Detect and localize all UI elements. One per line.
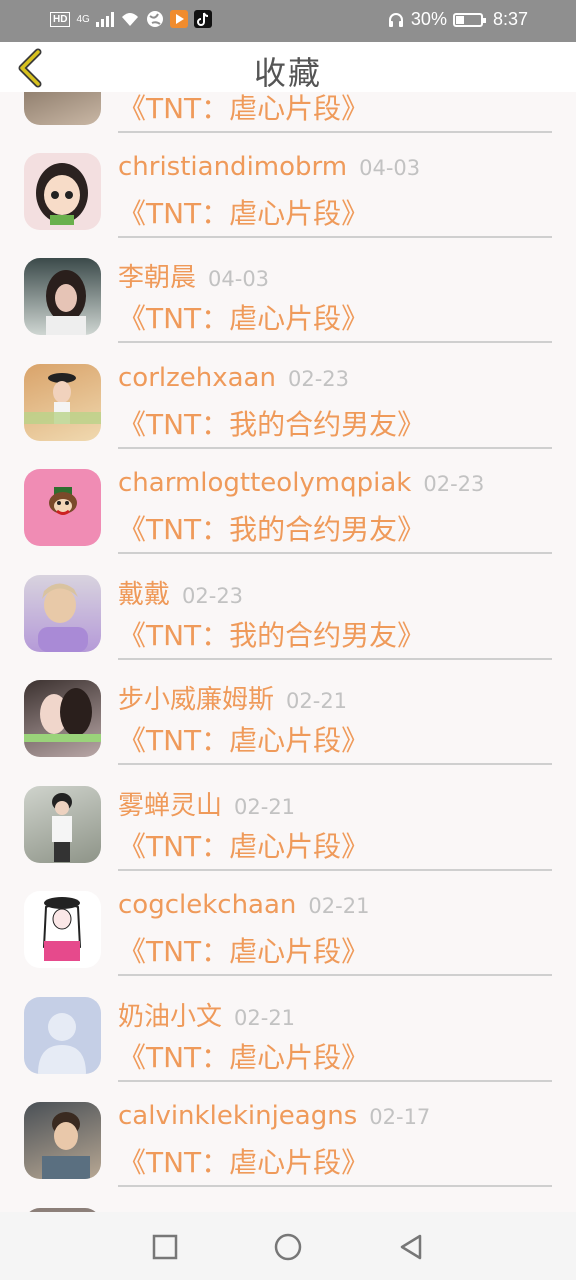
work-title[interactable]: 《TNT：虐心片段》	[118, 297, 369, 337]
list-item[interactable]: 李朝晨 04-03 《TNT：虐心片段》	[0, 235, 576, 343]
avatar[interactable]	[24, 786, 101, 863]
wifi-icon	[121, 13, 138, 26]
name-line: christiandimobrm 04-03	[118, 152, 420, 182]
name-line: 步小威廉姆斯 02-21	[118, 679, 347, 716]
work-title[interactable]: 《TNT：虐心片段》	[118, 719, 369, 759]
battery-percent: 30%	[410, 9, 447, 29]
name-line: charmlogtteolymqpiak 02-23	[118, 468, 484, 498]
headphones-icon	[388, 12, 403, 27]
user-name[interactable]: 雾蝉灵山	[118, 791, 222, 821]
user-name[interactable]: 李朝晨	[118, 263, 196, 293]
list-item[interactable]: 戴戴 02-23 《TNT：我的合约男友》	[0, 552, 576, 660]
work-title[interactable]: 《TNT：虐心片段》	[118, 1141, 369, 1181]
page-header: 收藏	[0, 42, 576, 92]
signal-icon	[95, 11, 114, 27]
work-title[interactable]: 《TNT：虐心片段》	[118, 930, 369, 970]
list-item[interactable]: 《TNT：虐心片段》	[0, 92, 576, 133]
avatar[interactable]	[24, 891, 101, 968]
work-title[interactable]: 《TNT：我的合约男友》	[118, 403, 425, 443]
list-item[interactable]: 奶油小文 02-21 《TNT：虐心片段》	[0, 974, 576, 1082]
avatar[interactable]	[24, 680, 101, 757]
avatar[interactable]	[24, 92, 101, 125]
work-title[interactable]: 《TNT：虐心片段》	[118, 92, 369, 127]
post-date: 02-23	[182, 584, 244, 608]
list-item[interactable]: charmlogtteolymqpiak 02-23 《TNT：我的合约男友》	[0, 446, 576, 554]
user-name[interactable]: 戴戴	[118, 580, 170, 610]
list-item[interactable]: 雾蝉灵山 02-21 《TNT：虐心片段》	[0, 763, 576, 871]
circle-icon[interactable]	[273, 1232, 303, 1262]
avatar[interactable]	[24, 364, 101, 441]
list-item[interactable]: cogclekchaan 02-21 《TNT：虐心片段》	[0, 868, 576, 976]
clock: 8:37	[492, 9, 528, 29]
post-date: 02-21	[286, 689, 348, 713]
avatar[interactable]	[24, 153, 101, 230]
status-bar: HD 4G 30% 8:37	[0, 0, 576, 42]
user-name[interactable]: 奶油小文	[118, 1002, 222, 1032]
list-item[interactable]: christiandimobrm 04-03 《TNT：虐心片段》	[0, 130, 576, 238]
user-name[interactable]: 步小威廉姆斯	[118, 685, 274, 715]
avatar[interactable]	[24, 575, 101, 652]
post-date: 02-21	[308, 894, 370, 918]
square-icon[interactable]	[150, 1232, 180, 1262]
name-line: 雾蝉灵山 02-21	[118, 785, 295, 822]
work-title[interactable]: 《TNT：虐心片段》	[118, 192, 369, 232]
user-name[interactable]: corlzehxaan	[118, 363, 276, 393]
user-name[interactable]: calvinklekinjeagns	[118, 1101, 357, 1131]
post-date: 02-17	[369, 1105, 431, 1129]
post-date: 04-03	[359, 156, 421, 180]
name-line: corlzehxaan 02-23	[118, 363, 349, 393]
system-nav-bar	[0, 1212, 576, 1280]
user-name[interactable]: charmlogtteolymqpiak	[118, 468, 411, 498]
list-item[interactable]	[0, 1185, 576, 1212]
page-title: 收藏	[253, 54, 322, 92]
video-app-icon	[169, 10, 188, 28]
user-name[interactable]: cogclekchaan	[118, 890, 296, 920]
avatar[interactable]	[24, 997, 101, 1074]
post-date: 02-21	[234, 795, 296, 819]
triangle-back-icon[interactable]	[396, 1232, 426, 1262]
globe-icon	[146, 11, 163, 27]
post-date: 02-21	[234, 1006, 296, 1030]
user-name[interactable]: christiandimobrm	[118, 152, 347, 182]
post-date: 02-23	[287, 367, 349, 391]
name-line: cogclekchaan 02-21	[118, 890, 369, 920]
work-title[interactable]: 《TNT：虐心片段》	[118, 825, 369, 865]
status-left: HD 4G	[50, 10, 212, 28]
name-line: 戴戴 02-23	[118, 574, 243, 611]
avatar[interactable]	[24, 258, 101, 335]
network-type: 4G	[76, 13, 90, 25]
list-item[interactable]: corlzehxaan 02-23 《TNT：我的合约男友》	[0, 341, 576, 449]
battery-icon	[452, 12, 486, 27]
work-title[interactable]: 《TNT：虐心片段》	[118, 1036, 369, 1076]
list-item[interactable]: 步小威廉姆斯 02-21 《TNT：虐心片段》	[0, 657, 576, 765]
favorites-list[interactable]: 《TNT：虐心片段》 christiandimobrm 04-03 《TNT：虐心…	[0, 92, 576, 1212]
post-date: 02-23	[423, 472, 485, 496]
list-item[interactable]: calvinklekinjeagns 02-17 《TNT：虐心片段》	[0, 1079, 576, 1187]
hd-icon: HD	[50, 11, 71, 27]
post-date: 04-03	[208, 267, 270, 291]
work-title[interactable]: 《TNT：我的合约男友》	[118, 614, 425, 654]
status-right: 30% 8:37	[387, 9, 528, 30]
name-line: calvinklekinjeagns 02-17	[118, 1101, 430, 1131]
work-title[interactable]: 《TNT：我的合约男友》	[118, 508, 425, 548]
tiktok-icon	[193, 10, 212, 28]
avatar[interactable]	[24, 469, 101, 546]
name-line: 奶油小文 02-21	[118, 996, 295, 1033]
avatar[interactable]	[24, 1102, 101, 1179]
name-line: 李朝晨 04-03	[118, 257, 269, 294]
